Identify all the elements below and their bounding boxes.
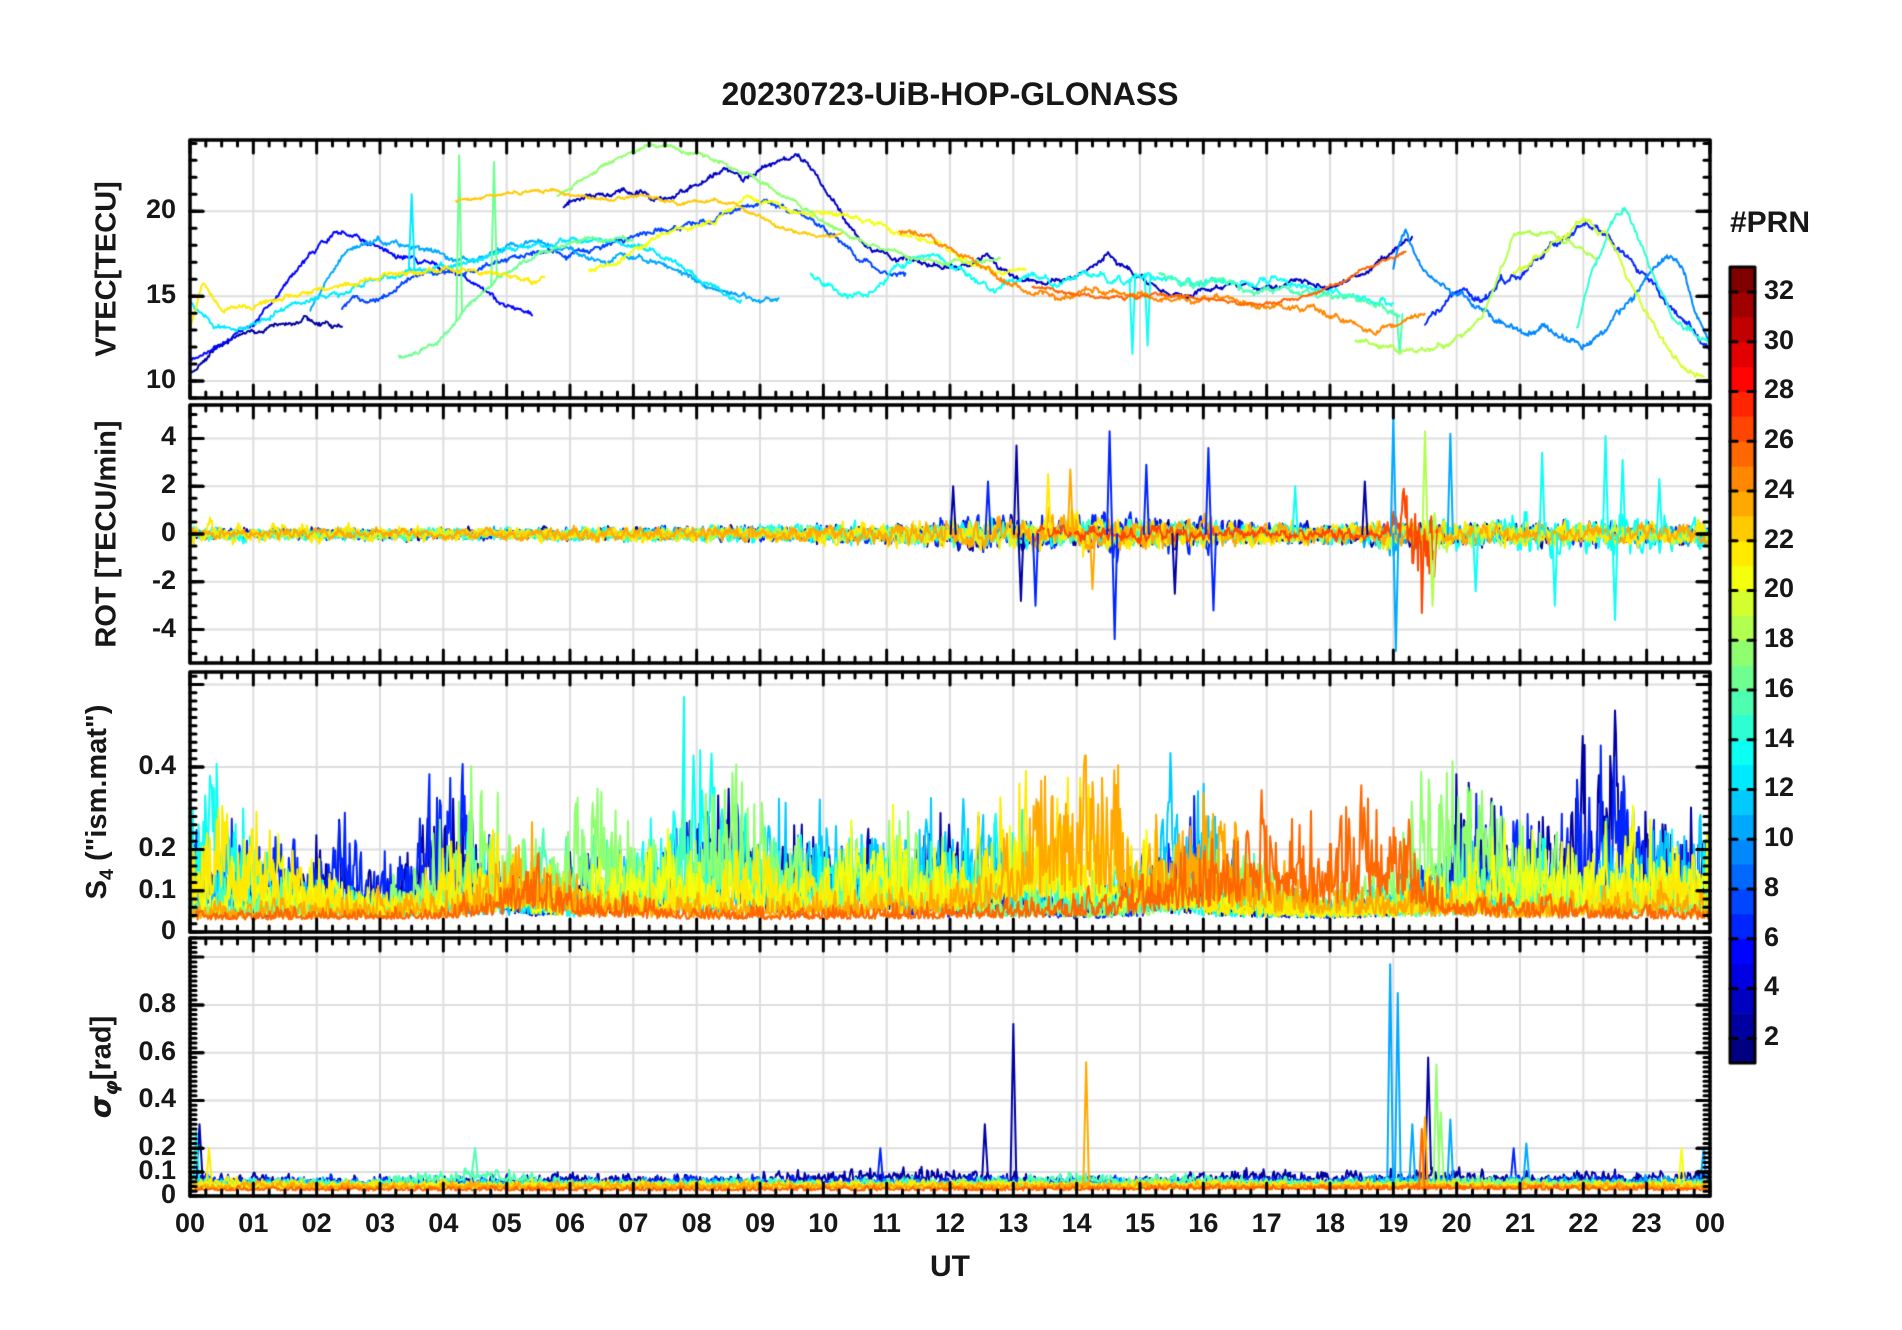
colorbar-tick-label: 12 bbox=[1764, 772, 1795, 803]
y-tick-label: 0.1 bbox=[138, 873, 176, 904]
colorbar-tick-label: 10 bbox=[1764, 822, 1795, 853]
y-tick-label: 4 bbox=[160, 421, 176, 452]
y-tick-label: 0.4 bbox=[138, 1083, 176, 1114]
y-tick-label: 20 bbox=[145, 194, 176, 225]
x-tick-label: 06 bbox=[554, 1208, 586, 1238]
figure-root: 20230723-UiB-HOP-GLONASS VTEC[TECU] ROT … bbox=[0, 0, 1902, 1330]
y-tick-label: 0.2 bbox=[138, 832, 176, 863]
y-tick-label: -2 bbox=[151, 564, 176, 595]
colorbar-tick-label: 16 bbox=[1764, 672, 1795, 703]
x-tick-label: 08 bbox=[681, 1208, 712, 1238]
colorbar-title: #PRN bbox=[1729, 206, 1811, 239]
x-tick-label: 00 bbox=[174, 1208, 206, 1238]
colorbar-tick-label: 26 bbox=[1764, 424, 1795, 455]
x-tick-label: 17 bbox=[1251, 1208, 1282, 1238]
x-tick-label: 04 bbox=[428, 1208, 459, 1238]
x-tick-label: 01 bbox=[238, 1208, 269, 1238]
x-tick-label: 13 bbox=[998, 1208, 1029, 1238]
colorbar-tick-label: 18 bbox=[1764, 623, 1795, 654]
y-tick-label: 0.6 bbox=[138, 1035, 176, 1066]
x-tick-label: 07 bbox=[618, 1208, 649, 1238]
x-tick-label: 05 bbox=[491, 1208, 522, 1238]
x-tick-label: 00 bbox=[1694, 1208, 1726, 1238]
y-tick-label: 0 bbox=[160, 915, 176, 945]
colorbar-tick-label: 32 bbox=[1764, 274, 1795, 305]
chart-title: 20230723-UiB-HOP-GLONASS bbox=[721, 76, 1179, 112]
colorbar-tick-label: 24 bbox=[1764, 473, 1795, 504]
x-axis-label: UT bbox=[930, 1250, 970, 1283]
x-tick-label: 20 bbox=[1441, 1208, 1472, 1238]
colorbar-tick-label: 4 bbox=[1764, 971, 1780, 1002]
y-tick-label: 15 bbox=[145, 279, 176, 310]
y-tick-label: 0.8 bbox=[138, 987, 176, 1018]
colorbar-tick-label: 22 bbox=[1764, 523, 1795, 554]
chart-canvas bbox=[0, 0, 1902, 1330]
y-axis-label-s4: S4 ("ism.mat") bbox=[81, 705, 119, 900]
colorbar-tick-label: 14 bbox=[1764, 722, 1795, 753]
y-tick-label: 10 bbox=[145, 364, 176, 395]
x-tick-label: 15 bbox=[1124, 1208, 1156, 1238]
x-tick-label: 03 bbox=[364, 1208, 396, 1238]
x-tick-label: 09 bbox=[744, 1208, 776, 1238]
y-tick-label: 2 bbox=[160, 469, 176, 500]
x-tick-label: 18 bbox=[1314, 1208, 1346, 1238]
colorbar-tick-label: 2 bbox=[1764, 1021, 1780, 1052]
x-tick-label: 10 bbox=[808, 1208, 839, 1238]
x-tick-label: 11 bbox=[872, 1208, 901, 1238]
y-tick-label: -4 bbox=[151, 612, 176, 643]
x-tick-label: 22 bbox=[1568, 1208, 1599, 1238]
colorbar-tick-label: 8 bbox=[1764, 871, 1780, 902]
x-tick-label: 19 bbox=[1378, 1208, 1409, 1238]
y-tick-label: 0 bbox=[160, 517, 176, 547]
colorbar-tick-label: 6 bbox=[1764, 921, 1780, 952]
colorbar-tick-label: 20 bbox=[1764, 573, 1795, 604]
x-tick-label: 23 bbox=[1631, 1208, 1662, 1238]
x-tick-label: 14 bbox=[1061, 1208, 1092, 1238]
x-tick-label: 12 bbox=[934, 1208, 966, 1238]
y-tick-label: 0.2 bbox=[138, 1131, 176, 1162]
x-tick-label: 16 bbox=[1188, 1208, 1219, 1238]
colorbar-tick-label: 30 bbox=[1764, 324, 1795, 355]
x-tick-label: 21 bbox=[1504, 1208, 1536, 1238]
x-tick-label: 02 bbox=[301, 1208, 332, 1238]
y-tick-label: 0.4 bbox=[138, 749, 176, 780]
colorbar-tick-label: 28 bbox=[1764, 374, 1795, 405]
